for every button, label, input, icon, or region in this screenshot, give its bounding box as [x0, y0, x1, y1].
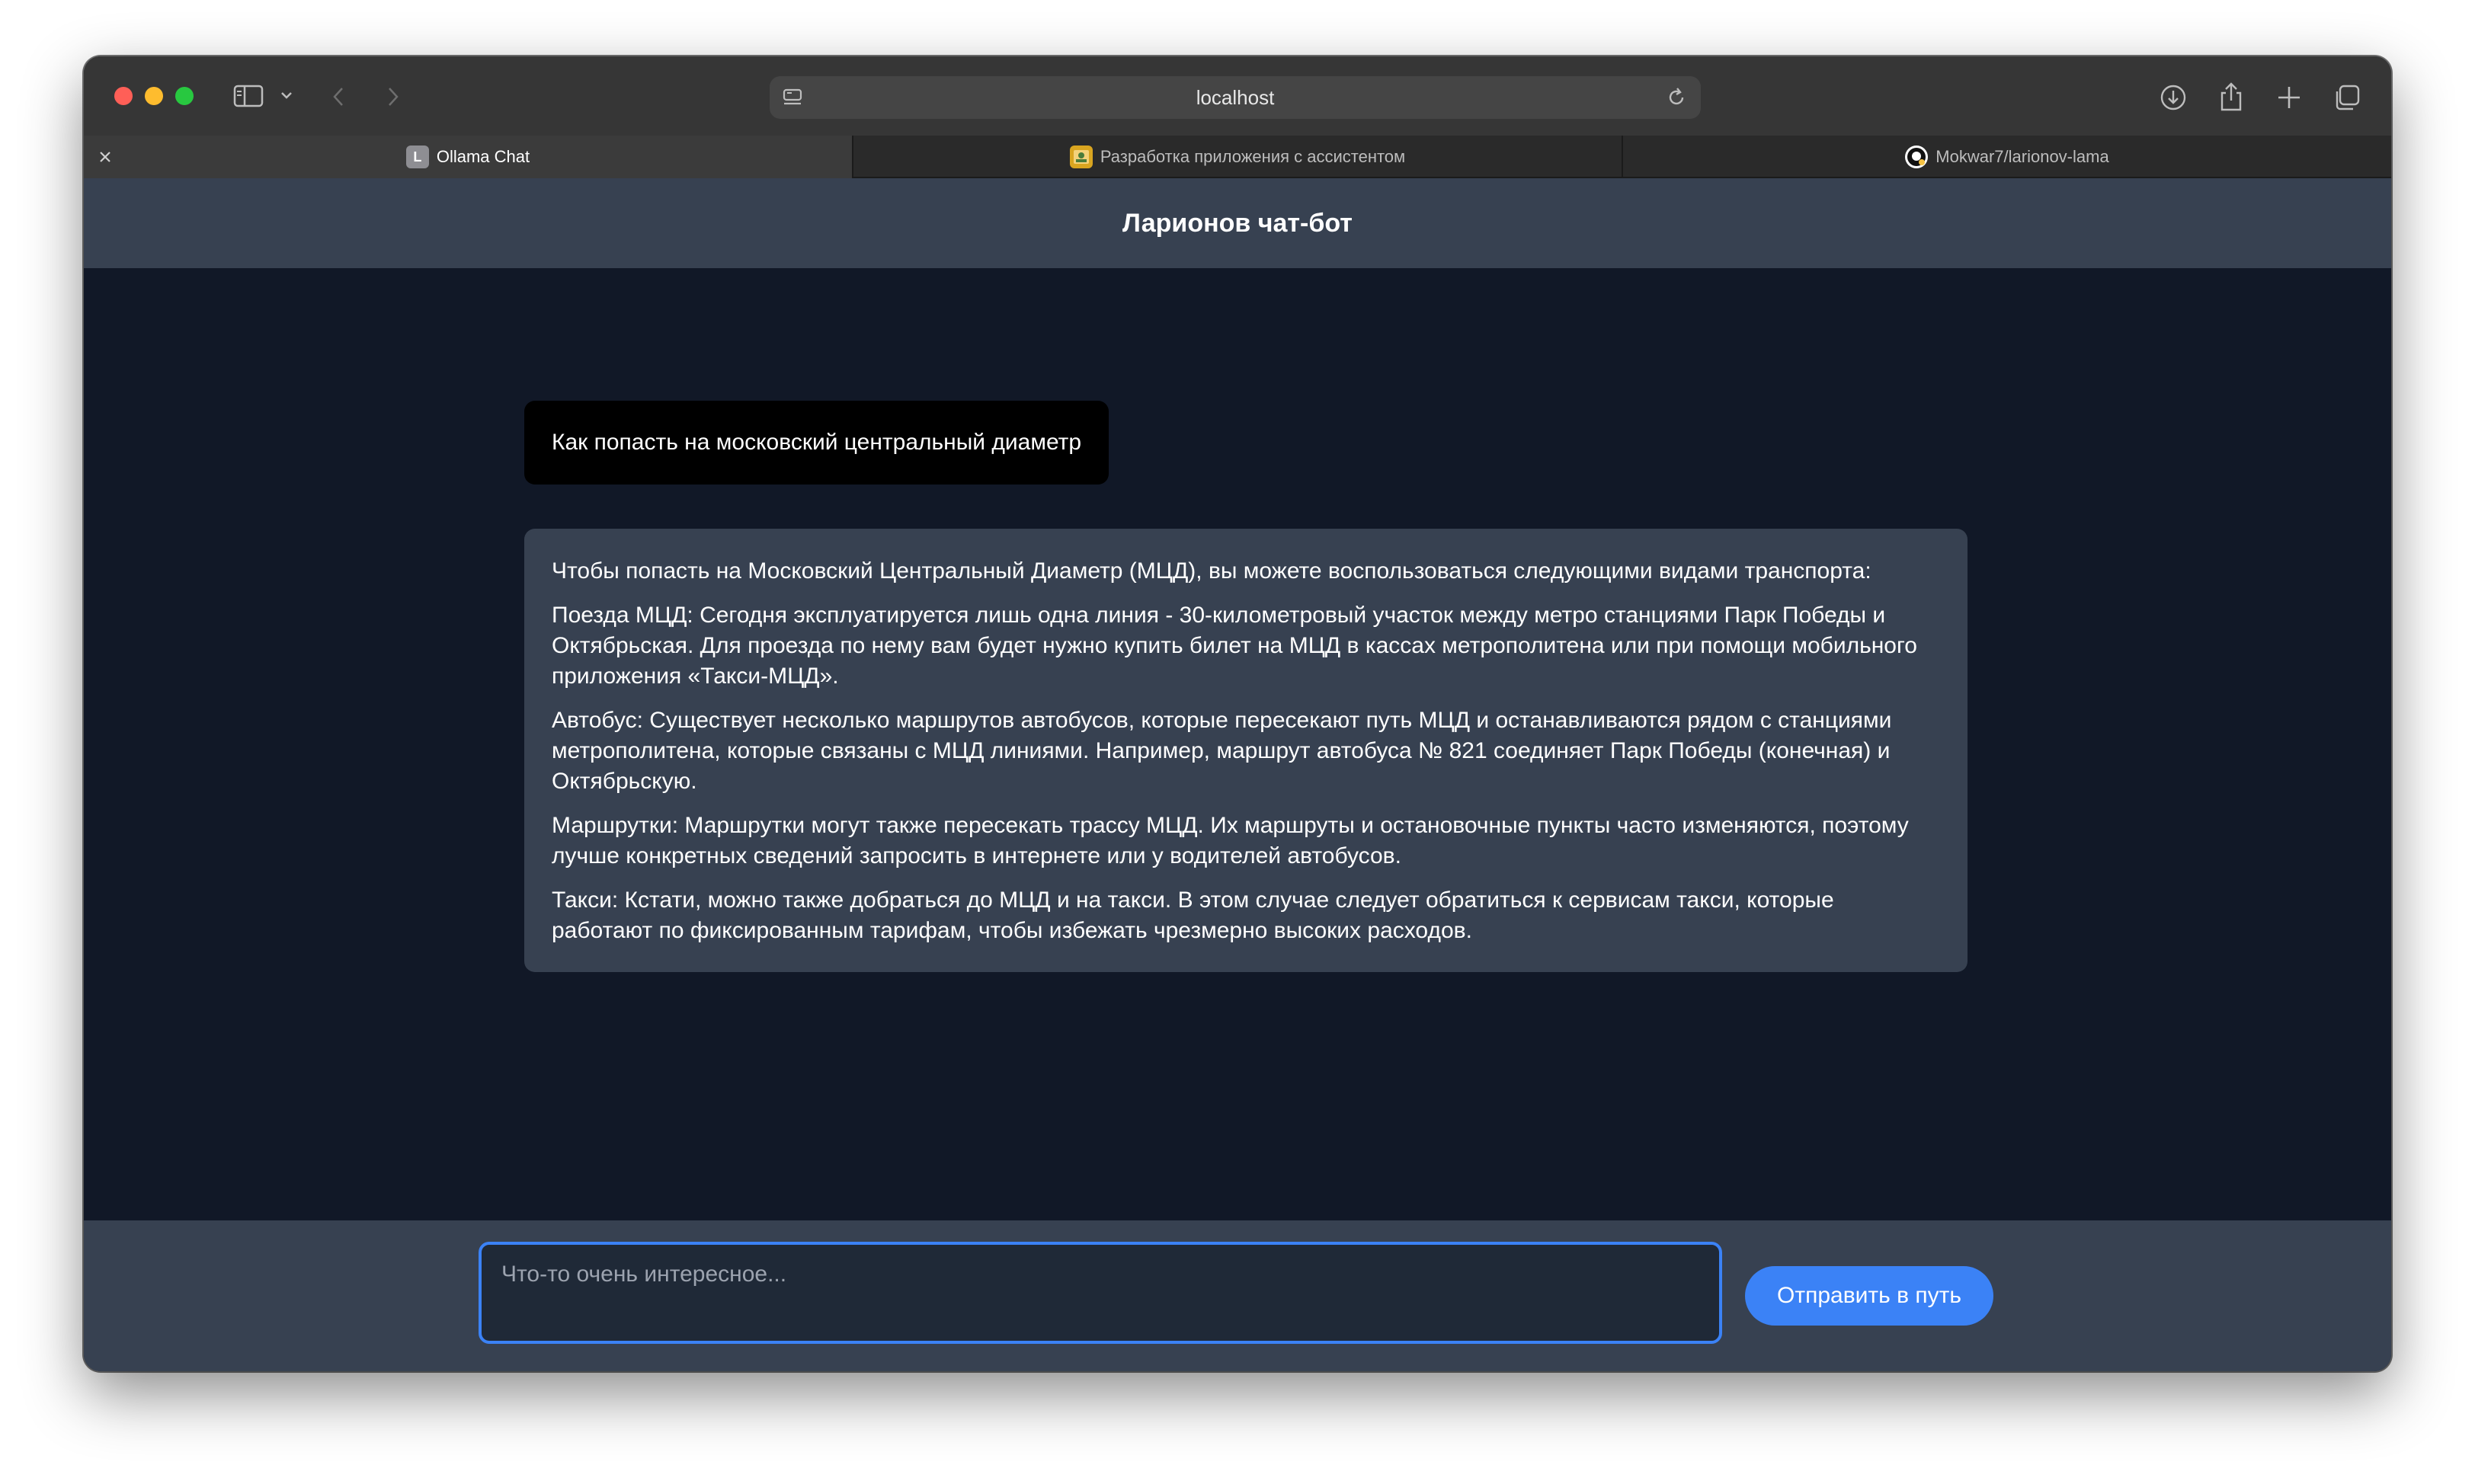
bot-message: Чтобы попасть на Московский Центральный …: [524, 529, 1968, 972]
downloads-icon[interactable]: [2158, 82, 2188, 113]
tab-title: Mokwar7/larionov-lama: [1935, 147, 2109, 166]
bot-message-paragraph: Маршрутки: Маршрутки могут также пересек…: [552, 813, 1909, 868]
zoom-window-button[interactable]: [175, 87, 194, 105]
app-title: Ларионов чат-бот: [1122, 208, 1353, 238]
tab-dev-assistant[interactable]: Разработка приложения с ассистентом: [853, 136, 1622, 178]
share-icon[interactable]: [2217, 81, 2245, 113]
github-favicon-icon: [1905, 146, 1929, 168]
tab-ollama-chat[interactable]: L Ollama Chat: [84, 136, 852, 178]
bot-message-paragraph: Чтобы попасть на Московский Центральный …: [552, 558, 1871, 584]
browser-toolbar: localhost: [84, 56, 2391, 136]
document-favicon-icon: [1069, 146, 1093, 168]
ollama-favicon-icon: L: [405, 146, 429, 168]
tab-title: Ollama Chat: [436, 147, 530, 166]
app-header: Ларионов чат-бот: [84, 178, 2391, 268]
tab-bar: L Ollama Chat Разработка приложения с ас…: [84, 136, 2391, 178]
user-message: Как попасть на московский центральный ди…: [524, 401, 1109, 485]
close-tab-icon[interactable]: [94, 146, 116, 172]
bot-message-paragraph: Поезда МЦД: Сегодня эксплуатируется лишь…: [552, 603, 1917, 689]
chat-input-bar: Отправить в путь: [84, 1220, 2391, 1371]
send-button[interactable]: Отправить в путь: [1745, 1266, 1993, 1326]
new-tab-icon[interactable]: [2275, 84, 2303, 111]
back-icon[interactable]: [329, 85, 347, 108]
tab-title: Разработка приложения с ассистентом: [1100, 147, 1406, 166]
message-input[interactable]: [479, 1242, 1722, 1344]
forward-icon[interactable]: [384, 85, 402, 108]
tab-github-repo[interactable]: Mokwar7/larionov-lama: [1623, 136, 2391, 178]
chat-area[interactable]: Как попасть на московский центральный ди…: [84, 268, 2391, 1220]
bot-message-paragraph: Такси: Кстати, можно также добраться до …: [552, 888, 1834, 943]
bot-message-paragraph: Автобус: Существует несколько маршрутов …: [552, 708, 1892, 794]
page-settings-icon[interactable]: [780, 85, 805, 114]
reload-icon[interactable]: [1664, 85, 1689, 114]
address-bar[interactable]: localhost: [770, 76, 1701, 119]
sidebar-toggle-icon[interactable]: [233, 84, 264, 108]
browser-window: localhost L Ollama Chat Разработка прило…: [84, 56, 2391, 1371]
close-window-button[interactable]: [114, 87, 133, 105]
chevron-down-icon[interactable]: [279, 90, 294, 102]
tab-overview-icon[interactable]: [2332, 82, 2362, 113]
address-text: localhost: [1196, 85, 1275, 109]
minimize-window-button[interactable]: [145, 87, 163, 105]
